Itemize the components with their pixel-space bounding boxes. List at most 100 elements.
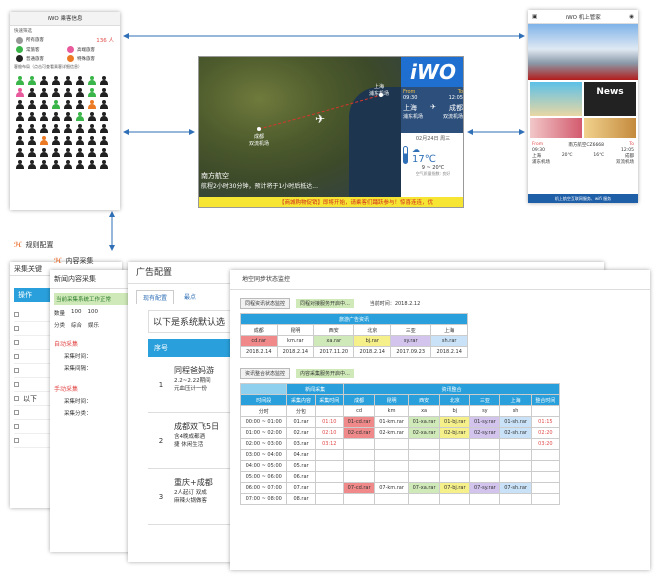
ad-tile[interactable]	[584, 118, 636, 138]
cat-label: 分类	[54, 323, 66, 329]
seat-icon[interactable]	[76, 124, 84, 133]
seat-icon[interactable]	[52, 88, 60, 97]
rule-checkbox[interactable]	[14, 396, 19, 401]
seat-icon[interactable]	[16, 124, 24, 133]
seat-icon[interactable]	[100, 100, 108, 109]
seat-icon[interactable]	[52, 124, 60, 133]
rule-checkbox[interactable]	[14, 312, 19, 317]
seat-icon[interactable]	[64, 88, 72, 97]
filter-all[interactable]: 所有旅客 136 人	[16, 36, 114, 44]
seat-icon[interactable]	[40, 148, 48, 157]
seat-icon[interactable]	[28, 136, 36, 145]
beach-tile[interactable]	[530, 82, 582, 116]
seat-icon[interactable]	[76, 100, 84, 109]
seat-icon[interactable]	[76, 88, 84, 97]
seat-icon[interactable]	[88, 136, 96, 145]
ad-row[interactable]: 3 重庆+成都 2人起订 双成 麻辣火锅做客	[148, 469, 238, 525]
seat-icon[interactable]	[16, 112, 24, 121]
seat-icon[interactable]	[64, 100, 72, 109]
seat-icon[interactable]	[100, 76, 108, 85]
rule-checkbox[interactable]	[14, 368, 19, 373]
filter-premium[interactable]: 高端旅客	[67, 46, 114, 53]
seat-icon[interactable]	[88, 148, 96, 157]
seat-icon[interactable]	[52, 100, 60, 109]
seat-icon[interactable]	[100, 136, 108, 145]
seat-icon[interactable]	[52, 136, 60, 145]
filter-special[interactable]: 特殊旅客	[67, 55, 114, 62]
count-value[interactable]: 100	[71, 309, 82, 317]
seat-icon[interactable]	[40, 88, 48, 97]
seat-icon[interactable]	[64, 124, 72, 133]
filter-normal[interactable]: 普通旅客	[16, 55, 63, 62]
seat-icon[interactable]	[64, 136, 72, 145]
rule-checkbox[interactable]	[14, 326, 19, 331]
rule-checkbox[interactable]	[14, 354, 19, 359]
seat-icon[interactable]	[40, 76, 48, 85]
seat-icon[interactable]	[76, 148, 84, 157]
seat-icon[interactable]	[52, 148, 60, 157]
seat-icon[interactable]	[76, 112, 84, 121]
tour-monitor-button[interactable]: 同程资讯状态监控	[240, 298, 291, 309]
seat-icon[interactable]	[64, 148, 72, 157]
rule-checkbox[interactable]	[14, 382, 19, 387]
seat-icon[interactable]	[28, 76, 36, 85]
seat-icon[interactable]	[52, 76, 60, 85]
mountain-banner[interactable]	[528, 24, 638, 80]
tab-other[interactable]: 最点	[174, 290, 206, 304]
rule-checkbox[interactable]	[14, 424, 19, 429]
menu-icon[interactable]: ▣	[532, 14, 537, 20]
seat-icon[interactable]	[40, 136, 48, 145]
rule-checkbox[interactable]	[14, 410, 19, 415]
seat-icon[interactable]	[16, 148, 24, 157]
rule-checkbox[interactable]	[14, 340, 19, 345]
cat-value[interactable]: 综合	[71, 321, 82, 329]
ad-row-line: 2人起订 双成	[174, 490, 207, 496]
seat-icon[interactable]	[64, 112, 72, 121]
seat-icon[interactable]	[52, 112, 60, 121]
seat-icon[interactable]	[16, 160, 24, 169]
seat-icon[interactable]	[16, 100, 24, 109]
seat-icon[interactable]	[16, 136, 24, 145]
cat-value[interactable]: 娱乐	[88, 321, 99, 329]
seat-icon[interactable]	[64, 160, 72, 169]
seat-icon[interactable]	[40, 112, 48, 121]
ad-row[interactable]: 2 成都双飞5日 含4晚成都酒捷 休闲生活	[148, 413, 238, 469]
filter-frequent[interactable]: 常旅客	[16, 46, 63, 53]
seat-icon[interactable]	[28, 112, 36, 121]
seat-icon[interactable]	[88, 76, 96, 85]
seat-icon[interactable]	[100, 112, 108, 121]
seat-icon[interactable]	[40, 124, 48, 133]
merge-cell: 03.rar	[286, 438, 316, 450]
seat-icon[interactable]	[28, 160, 36, 169]
seat-icon[interactable]	[88, 160, 96, 169]
seat-icon[interactable]	[40, 160, 48, 169]
seat-icon[interactable]	[88, 112, 96, 121]
rule-checkbox[interactable]	[14, 438, 19, 443]
seat-icon[interactable]	[28, 148, 36, 157]
seat-icon[interactable]	[40, 100, 48, 109]
seat-icon[interactable]	[88, 88, 96, 97]
ad-row[interactable]: 1 同程爸妈游 2.2~2.22期间 元血压计一份	[148, 357, 238, 413]
seat-icon[interactable]	[76, 160, 84, 169]
seat-icon[interactable]	[100, 88, 108, 97]
tab-current-config[interactable]: 现有配置	[136, 290, 175, 304]
seat-icon[interactable]	[16, 76, 24, 85]
seat-icon[interactable]	[28, 124, 36, 133]
seat-icon[interactable]	[76, 136, 84, 145]
count-value[interactable]: 100	[88, 309, 99, 317]
merge-monitor-button[interactable]: 资讯整合状态监控	[240, 368, 291, 379]
seat-icon[interactable]	[76, 76, 84, 85]
seat-icon[interactable]	[100, 160, 108, 169]
seat-icon[interactable]	[52, 160, 60, 169]
seat-icon[interactable]	[28, 100, 36, 109]
seat-icon[interactable]	[100, 124, 108, 133]
seat-icon[interactable]	[88, 124, 96, 133]
seat-icon[interactable]	[64, 76, 72, 85]
user-icon[interactable]: ◉	[629, 14, 634, 20]
seat-icon[interactable]	[100, 148, 108, 157]
shopping-tile[interactable]	[530, 118, 582, 138]
seat-icon[interactable]	[28, 88, 36, 97]
seat-icon[interactable]	[16, 88, 24, 97]
news-tile[interactable]: News	[584, 82, 636, 116]
seat-icon[interactable]	[88, 100, 96, 109]
